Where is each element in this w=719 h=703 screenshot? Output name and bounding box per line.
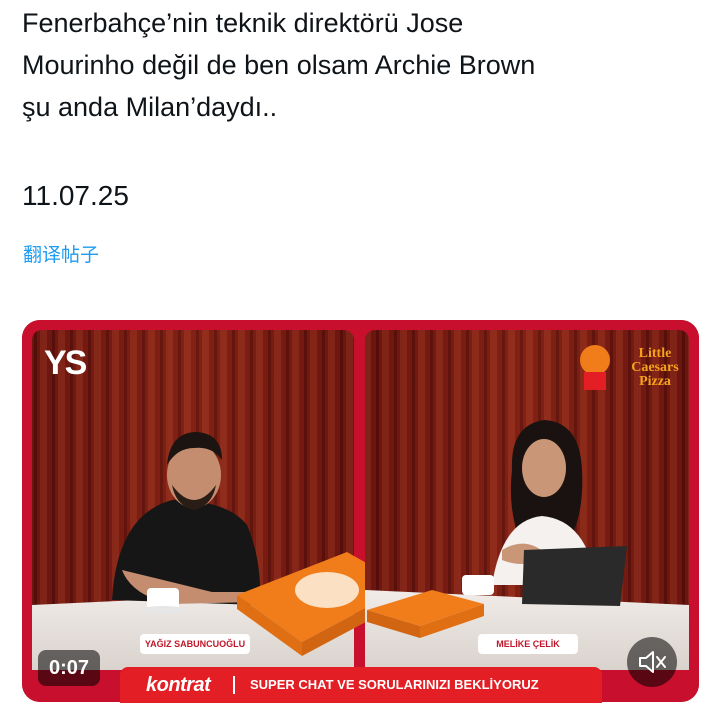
tweet-date: 11.07.25 <box>22 180 129 211</box>
super-chat-banner: kontrat SUPER CHAT VE SORULARINIZI BEKLİ… <box>120 667 602 703</box>
sponsor-logo: Little Caesars Pizza <box>617 347 693 389</box>
sponsor-line-1: Little <box>638 346 672 361</box>
video-duration: 0:07 <box>38 650 100 686</box>
sponsor-line-3: Pizza <box>639 374 671 389</box>
left-camera-panel <box>32 330 407 670</box>
sponsor-line-2: Caesars <box>631 360 679 375</box>
channel-logo: YS <box>44 344 87 382</box>
tweet-text: Fenerbahçe’nin teknik direktörü Jose Mou… <box>22 8 536 122</box>
video-frame <box>22 320 699 702</box>
speaker-muted-icon <box>639 651 666 673</box>
translate-post-link[interactable]: 翻译帖子 <box>23 240 99 267</box>
left-nameplate: YAĞIZ SABUNCUOĞLU <box>140 634 250 654</box>
banner-divider <box>233 676 235 694</box>
right-nameplate: MELİKE ÇELİK <box>478 634 578 654</box>
video-player[interactable] <box>22 320 699 702</box>
banner-text: SUPER CHAT VE SORULARINIZI BEKLİYORUZ <box>250 677 539 692</box>
sponsor-brand-logo: kontrat <box>146 674 211 696</box>
sponsor-mascot <box>580 345 610 390</box>
mute-button[interactable] <box>627 637 677 687</box>
